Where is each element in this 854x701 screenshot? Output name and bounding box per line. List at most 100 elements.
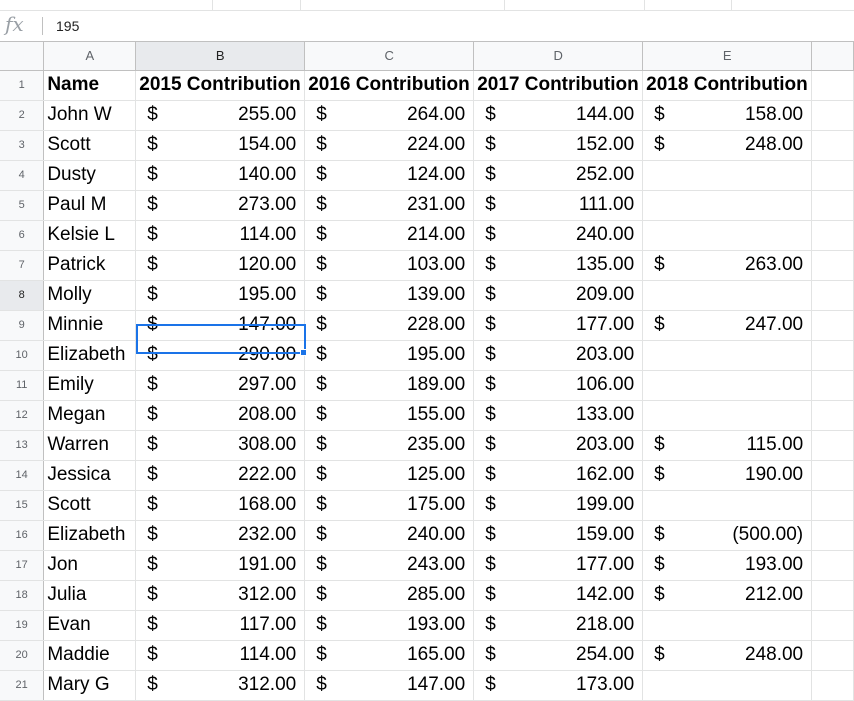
row-header[interactable]: 10 <box>0 340 45 371</box>
row-header[interactable]: 14 <box>0 460 45 491</box>
row-header[interactable]: 2 <box>0 100 45 131</box>
row-header[interactable]: 11 <box>0 370 45 401</box>
empty-cell[interactable] <box>811 460 854 491</box>
row-header[interactable]: 18 <box>0 580 45 611</box>
contribution-cell[interactable]: $252.00 <box>473 160 644 191</box>
contribution-cell[interactable]: $232.00 <box>135 520 306 551</box>
contribution-cell[interactable]: $190.00 <box>642 460 813 491</box>
contribution-cell[interactable]: $154.00 <box>135 130 306 161</box>
contribution-cell[interactable]: $264.00 <box>304 100 475 131</box>
name-cell[interactable]: Scott <box>43 490 137 521</box>
contribution-cell[interactable]: $140.00 <box>135 160 306 191</box>
contribution-cell[interactable]: $115.00 <box>642 430 813 461</box>
contribution-cell[interactable]: $273.00 <box>135 190 306 221</box>
contribution-cell[interactable]: $191.00 <box>135 550 306 581</box>
fill-handle[interactable] <box>300 349 307 356</box>
row-header[interactable]: 8 <box>0 280 45 311</box>
contribution-cell[interactable] <box>642 190 813 221</box>
row-header[interactable]: 13 <box>0 430 45 461</box>
row-header[interactable]: 3 <box>0 130 45 161</box>
name-cell[interactable]: Maddie <box>43 640 137 671</box>
header-cell-2018[interactable]: 2018 Contribution <box>642 70 813 101</box>
contribution-cell[interactable]: $203.00 <box>473 340 644 371</box>
contribution-cell[interactable]: $297.00 <box>135 370 306 401</box>
empty-cell[interactable] <box>811 70 854 101</box>
column-header-f[interactable] <box>811 42 854 71</box>
empty-cell[interactable] <box>811 640 854 671</box>
row-header[interactable]: 4 <box>0 160 45 191</box>
contribution-cell[interactable]: $240.00 <box>473 220 644 251</box>
row-header[interactable]: 15 <box>0 490 45 521</box>
empty-cell[interactable] <box>811 610 854 641</box>
row-header[interactable]: 12 <box>0 400 45 431</box>
contribution-cell[interactable]: $240.00 <box>304 520 475 551</box>
contribution-cell[interactable] <box>642 670 813 701</box>
contribution-cell[interactable]: $199.00 <box>473 490 644 521</box>
empty-cell[interactable] <box>811 580 854 611</box>
contribution-cell[interactable]: $177.00 <box>473 310 644 341</box>
row-header[interactable]: 7 <box>0 250 45 281</box>
empty-cell[interactable] <box>811 250 854 281</box>
empty-cell[interactable] <box>811 490 854 521</box>
contribution-cell[interactable]: $312.00 <box>135 670 306 701</box>
empty-cell[interactable] <box>811 400 854 431</box>
contribution-cell[interactable]: $248.00 <box>642 130 813 161</box>
row-header[interactable]: 17 <box>0 550 45 581</box>
contribution-cell[interactable]: $155.00 <box>304 400 475 431</box>
contribution-cell[interactable]: $243.00 <box>304 550 475 581</box>
contribution-cell[interactable]: $125.00 <box>304 460 475 491</box>
contribution-cell[interactable]: $124.00 <box>304 160 475 191</box>
name-cell[interactable]: Emily <box>43 370 137 401</box>
name-cell[interactable]: Megan <box>43 400 137 431</box>
name-cell[interactable]: Minnie <box>43 310 137 341</box>
name-cell[interactable]: Kelsie L <box>43 220 137 251</box>
contribution-cell[interactable]: $312.00 <box>135 580 306 611</box>
name-cell[interactable]: Mary G <box>43 670 137 701</box>
column-header-e[interactable]: E <box>642 42 813 71</box>
contribution-cell[interactable] <box>642 490 813 521</box>
empty-cell[interactable] <box>811 100 854 131</box>
row-header[interactable]: 19 <box>0 610 45 641</box>
contribution-cell[interactable]: $285.00 <box>304 580 475 611</box>
contribution-cell[interactable]: $114.00 <box>135 220 306 251</box>
name-cell[interactable]: John W <box>43 100 137 131</box>
contribution-cell[interactable]: $247.00 <box>642 310 813 341</box>
name-cell[interactable]: Dusty <box>43 160 137 191</box>
name-cell[interactable]: Molly <box>43 280 137 311</box>
contribution-cell[interactable]: $133.00 <box>473 400 644 431</box>
contribution-cell[interactable]: $103.00 <box>304 250 475 281</box>
contribution-cell[interactable] <box>642 370 813 401</box>
contribution-cell[interactable]: $214.00 <box>304 220 475 251</box>
empty-cell[interactable] <box>811 160 854 191</box>
contribution-cell[interactable]: $114.00 <box>135 640 306 671</box>
contribution-cell[interactable]: $290.00 <box>135 340 306 371</box>
empty-cell[interactable] <box>811 520 854 551</box>
contribution-cell[interactable]: $218.00 <box>473 610 644 641</box>
empty-cell[interactable] <box>811 370 854 401</box>
contribution-cell[interactable]: $212.00 <box>642 580 813 611</box>
contribution-cell[interactable]: $168.00 <box>135 490 306 521</box>
contribution-cell[interactable] <box>642 610 813 641</box>
name-cell[interactable]: Warren <box>43 430 137 461</box>
row-header[interactable]: 16 <box>0 520 45 551</box>
contribution-cell[interactable] <box>642 400 813 431</box>
contribution-cell[interactable]: $224.00 <box>304 130 475 161</box>
contribution-cell[interactable]: $308.00 <box>135 430 306 461</box>
contribution-cell[interactable]: $162.00 <box>473 460 644 491</box>
contribution-cell[interactable]: $152.00 <box>473 130 644 161</box>
contribution-cell[interactable]: $177.00 <box>473 550 644 581</box>
empty-cell[interactable] <box>811 280 854 311</box>
contribution-cell[interactable]: $ (500.00) <box>642 520 813 551</box>
contribution-cell[interactable]: $209.00 <box>473 280 644 311</box>
contribution-cell[interactable]: $147.00 <box>304 670 475 701</box>
contribution-cell[interactable]: $195.00 <box>135 280 306 311</box>
header-cell-2017[interactable]: 2017 Contribution <box>473 70 644 101</box>
contribution-cell[interactable] <box>642 280 813 311</box>
empty-cell[interactable] <box>811 670 854 701</box>
contribution-cell[interactable]: $142.00 <box>473 580 644 611</box>
contribution-cell[interactable]: $255.00 <box>135 100 306 131</box>
contribution-cell[interactable]: $263.00 <box>642 250 813 281</box>
contribution-cell[interactable]: $254.00 <box>473 640 644 671</box>
contribution-cell[interactable]: $175.00 <box>304 490 475 521</box>
column-header-d[interactable]: D <box>473 42 644 71</box>
